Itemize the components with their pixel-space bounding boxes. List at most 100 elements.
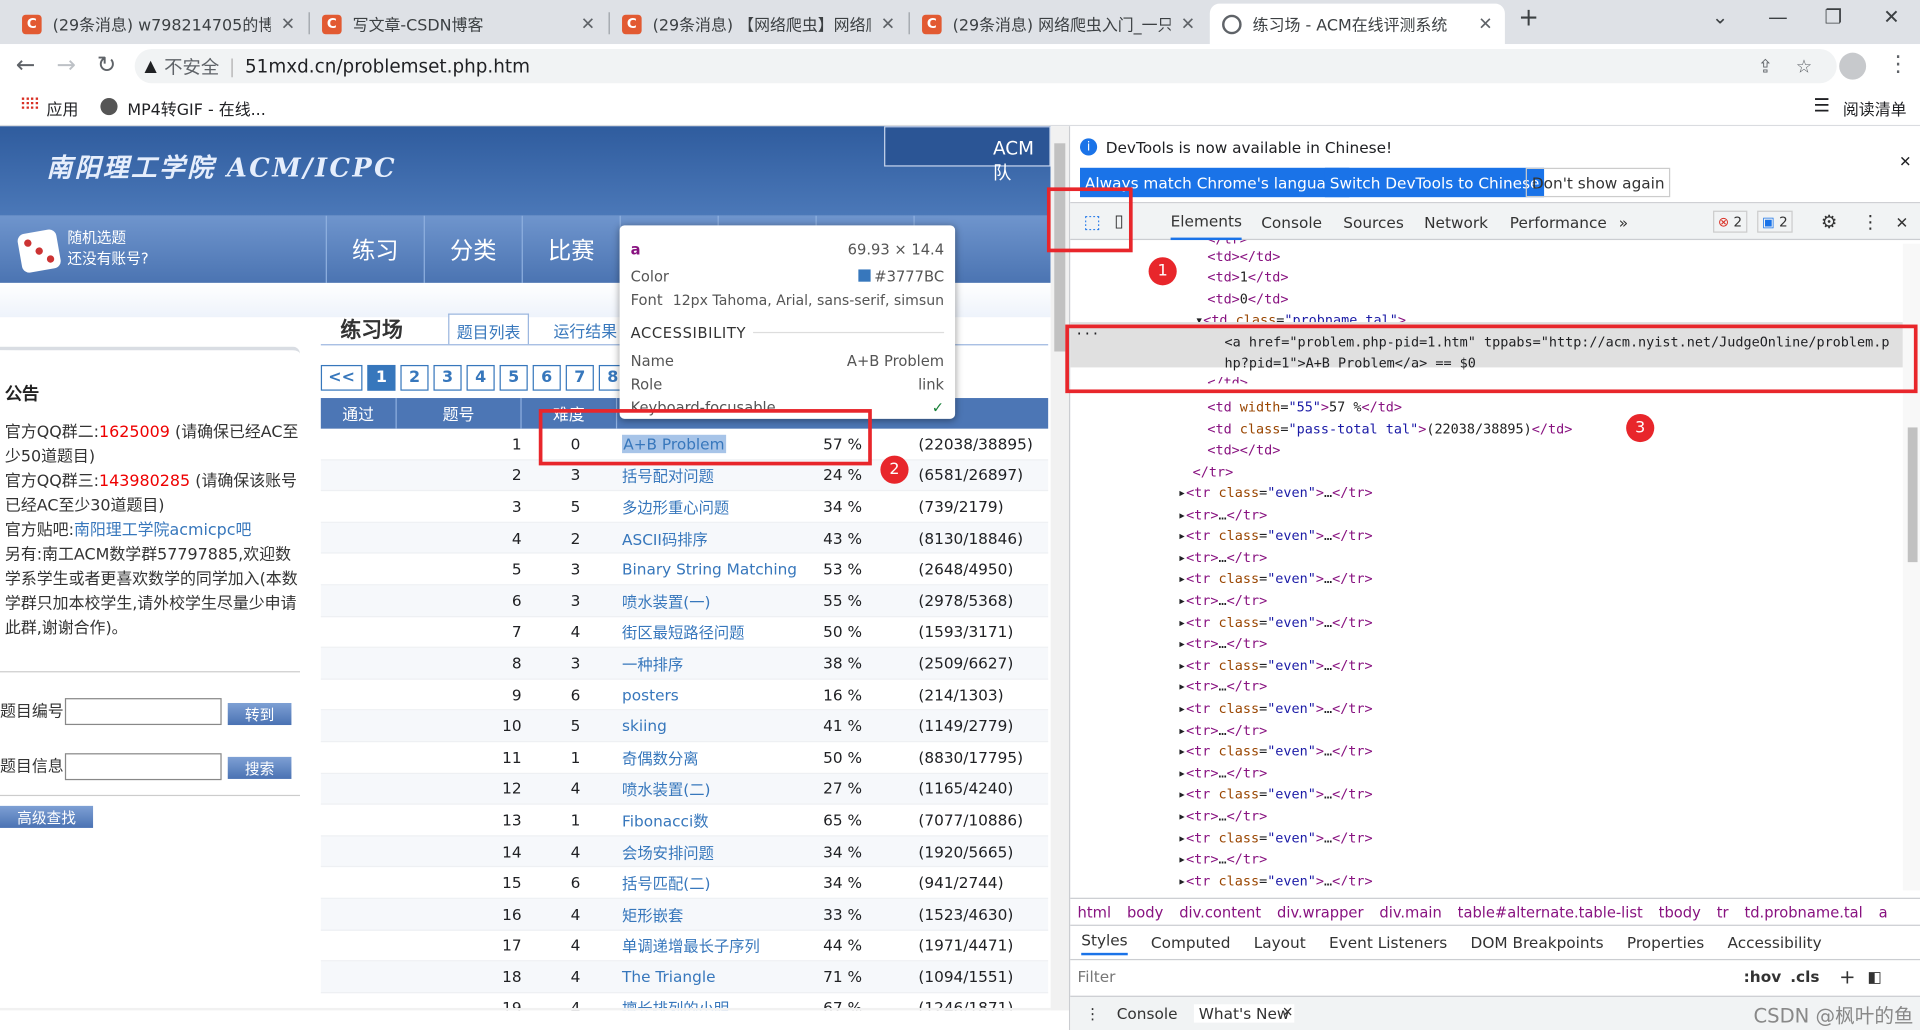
close-infobar-icon[interactable]: ✕ [1899, 153, 1911, 170]
page-3[interactable]: 3 [433, 364, 462, 391]
breadcrumb-item[interactable]: tbody [1659, 903, 1701, 920]
dom-collapsed-row[interactable]: ▸<tr class="even">…</tr> [1178, 827, 1373, 848]
page-5[interactable]: 5 [499, 364, 528, 391]
styles-tab[interactable]: Styles [1081, 930, 1128, 955]
reload-icon[interactable]: ↻ [97, 51, 116, 78]
more-tabs-icon[interactable]: » [1619, 203, 1628, 240]
styles-filter[interactable]: Filter :hov .cls + ◧ [1070, 960, 1920, 992]
breadcrumb-item[interactable]: td.probname.tal [1744, 903, 1862, 920]
dont-show-again-button[interactable]: Don't show again [1525, 167, 1671, 198]
styles-tab[interactable]: Layout [1254, 933, 1306, 951]
close-icon[interactable]: ✕ [281, 14, 295, 34]
problem-name-link[interactable]: The Triangle [617, 962, 813, 992]
dom-collapsed-row[interactable]: ▸<tr>…</tr> [1178, 633, 1267, 654]
star-icon[interactable]: ☆ [1796, 55, 1812, 77]
switch-chinese-button[interactable]: Switch DevTools to Chinese [1324, 167, 1545, 198]
close-whatsnew-icon[interactable]: ✕ [1282, 1004, 1293, 1020]
dom-collapsed-row[interactable]: ▸<tr>…</tr> [1178, 590, 1267, 611]
dom-collapsed-row[interactable]: ▸<tr>…</tr> [1178, 849, 1267, 870]
dom-collapsed-row[interactable]: ▸<tr class="even">…</tr> [1178, 698, 1373, 719]
dom-collapsed-row[interactable]: ▸<tr>…</tr> [1178, 763, 1267, 784]
tab-performance[interactable]: Performance [1510, 203, 1607, 240]
close-icon[interactable]: ✕ [881, 14, 895, 34]
goto-button[interactable]: 转到 [227, 702, 292, 726]
dom-collapsed-row[interactable]: ▸<tr>…</tr> [1178, 806, 1267, 827]
breadcrumb-item[interactable]: div.main [1379, 903, 1441, 920]
cls-toggle[interactable]: .cls [1790, 967, 1819, 985]
styles-tab[interactable]: Event Listeners [1329, 933, 1447, 951]
problem-name-link[interactable]: 矩形嵌套 [617, 899, 813, 929]
close-devtools-icon[interactable]: ✕ [1896, 203, 1909, 240]
problem-name-link[interactable]: 一种排序 [617, 648, 813, 678]
advanced-search-button[interactable]: 高级查找 [0, 805, 94, 828]
filter-input[interactable]: Filter [1078, 967, 1116, 985]
problem-name-link[interactable]: Binary String Matching [617, 554, 813, 584]
tab-problem-list[interactable]: 题目列表 [448, 313, 529, 345]
browser-tab-2[interactable]: C 写文章-CSDN博客 ✕ [310, 4, 608, 44]
close-window-icon[interactable]: ✕ [1883, 5, 1899, 28]
tab-sources[interactable]: Sources [1343, 203, 1404, 240]
url-text[interactable]: 51mxd.cn/problemset.php.htm [245, 55, 530, 77]
problem-name-link[interactable]: 喷水装置(二) [617, 773, 813, 803]
random-problem-link[interactable]: 随机选题 [67, 228, 148, 249]
breadcrumb-item[interactable]: a [1879, 903, 1888, 920]
message-count[interactable]: ▣ 2 [1757, 210, 1793, 233]
menu-icon[interactable]: ⋮ [1887, 51, 1909, 77]
page-2[interactable]: 2 [400, 364, 429, 391]
drawer-tab-console[interactable]: Console [1117, 1004, 1178, 1022]
nav-contest[interactable]: 比赛 [521, 215, 620, 283]
no-account-link[interactable]: 还没有账号? [67, 249, 148, 270]
styles-tab[interactable]: Accessibility [1727, 933, 1821, 951]
close-icon[interactable]: ✕ [581, 14, 595, 34]
dom-collapsed-row[interactable]: ▸<tr class="even">…</tr> [1178, 655, 1373, 676]
breadcrumb-item[interactable]: div.content [1179, 903, 1261, 920]
acm-team-box[interactable]: ACM队 [884, 126, 1051, 184]
dom-collapsed-row[interactable]: ▸<tr>…</tr> [1178, 720, 1267, 741]
styles-tab[interactable]: Computed [1151, 933, 1231, 951]
random-problem[interactable]: 随机选题 还没有账号? [67, 228, 148, 270]
add-rule-icon[interactable]: + [1839, 964, 1855, 987]
gear-icon[interactable]: ⚙ [1821, 203, 1837, 240]
tab-console[interactable]: Console [1261, 203, 1322, 240]
profile-avatar[interactable] [1839, 52, 1867, 80]
bookmark-apps[interactable]: 应用 [47, 97, 79, 120]
problem-name-link[interactable]: posters [617, 679, 813, 709]
error-count[interactable]: ⊗ 2 [1713, 210, 1748, 233]
tab-search-icon[interactable]: ⌄ [1712, 5, 1728, 28]
vertical-scrollbar[interactable] [1050, 126, 1069, 1011]
problem-name-link[interactable]: 奇偶数分离 [617, 742, 813, 772]
drawer-tab-whatsnew[interactable]: What's New [1193, 1004, 1295, 1023]
styles-tab[interactable]: DOM Breakpoints [1471, 933, 1604, 951]
dom-collapsed-row[interactable]: ▸<tr>…</tr> [1178, 547, 1267, 568]
problem-name-link[interactable]: 街区最短路径问题 [617, 617, 813, 647]
kebab-menu-icon[interactable]: ⋮ [1861, 203, 1879, 240]
dom-collapsed-row[interactable]: ▸<tr class="even">…</tr> [1178, 612, 1373, 633]
dom-collapsed-row[interactable]: ▸<tr class="even">…</tr> [1178, 526, 1373, 547]
problem-name-link[interactable]: 单调递增最长子序列 [617, 930, 813, 960]
browser-tab-4[interactable]: C (29条消息) 网络爬虫入门_一只特 ✕ [910, 4, 1208, 44]
problem-name-link[interactable]: 喷水装置(一) [617, 585, 813, 615]
problem-id-input[interactable] [64, 698, 222, 726]
minimize-icon[interactable]: — [1768, 5, 1788, 28]
address-bar[interactable]: ▲ 不安全 | 51mxd.cn/problemset.php.htm ⇪ ☆ [134, 48, 1837, 84]
tab-elements[interactable]: Elements [1170, 203, 1242, 241]
maximize-icon[interactable]: ❐ [1824, 5, 1842, 28]
computed-sidebar-icon[interactable]: ◧ [1867, 967, 1881, 985]
nav-category[interactable]: 分类 [423, 215, 522, 283]
breadcrumb-item[interactable]: tr [1717, 903, 1729, 920]
close-icon[interactable]: ✕ [1478, 14, 1492, 34]
styles-tab[interactable]: Properties [1627, 933, 1704, 951]
reading-list[interactable]: 阅读清单 [1843, 97, 1907, 120]
breadcrumb-item[interactable]: div.wrapper [1277, 903, 1363, 920]
problem-name-link[interactable]: ASCII码排序 [617, 523, 813, 553]
tab-status[interactable]: 运行结果 [546, 314, 624, 345]
tab-network[interactable]: Network [1424, 203, 1488, 240]
forward-icon[interactable]: → [56, 51, 75, 78]
dom-collapsed-row[interactable]: ▸<tr class="even">…</tr> [1178, 871, 1373, 885]
drawer-menu-icon[interactable]: ⋮ [1085, 1004, 1100, 1022]
page-4[interactable]: 4 [466, 364, 495, 391]
dice-icon[interactable] [16, 228, 62, 274]
problem-name-link[interactable]: 括号匹配(二) [617, 867, 813, 897]
browser-tab-active[interactable]: 练习场 - ACM在线评测系统 ✕ [1209, 3, 1505, 45]
page-6[interactable]: 6 [532, 364, 561, 391]
